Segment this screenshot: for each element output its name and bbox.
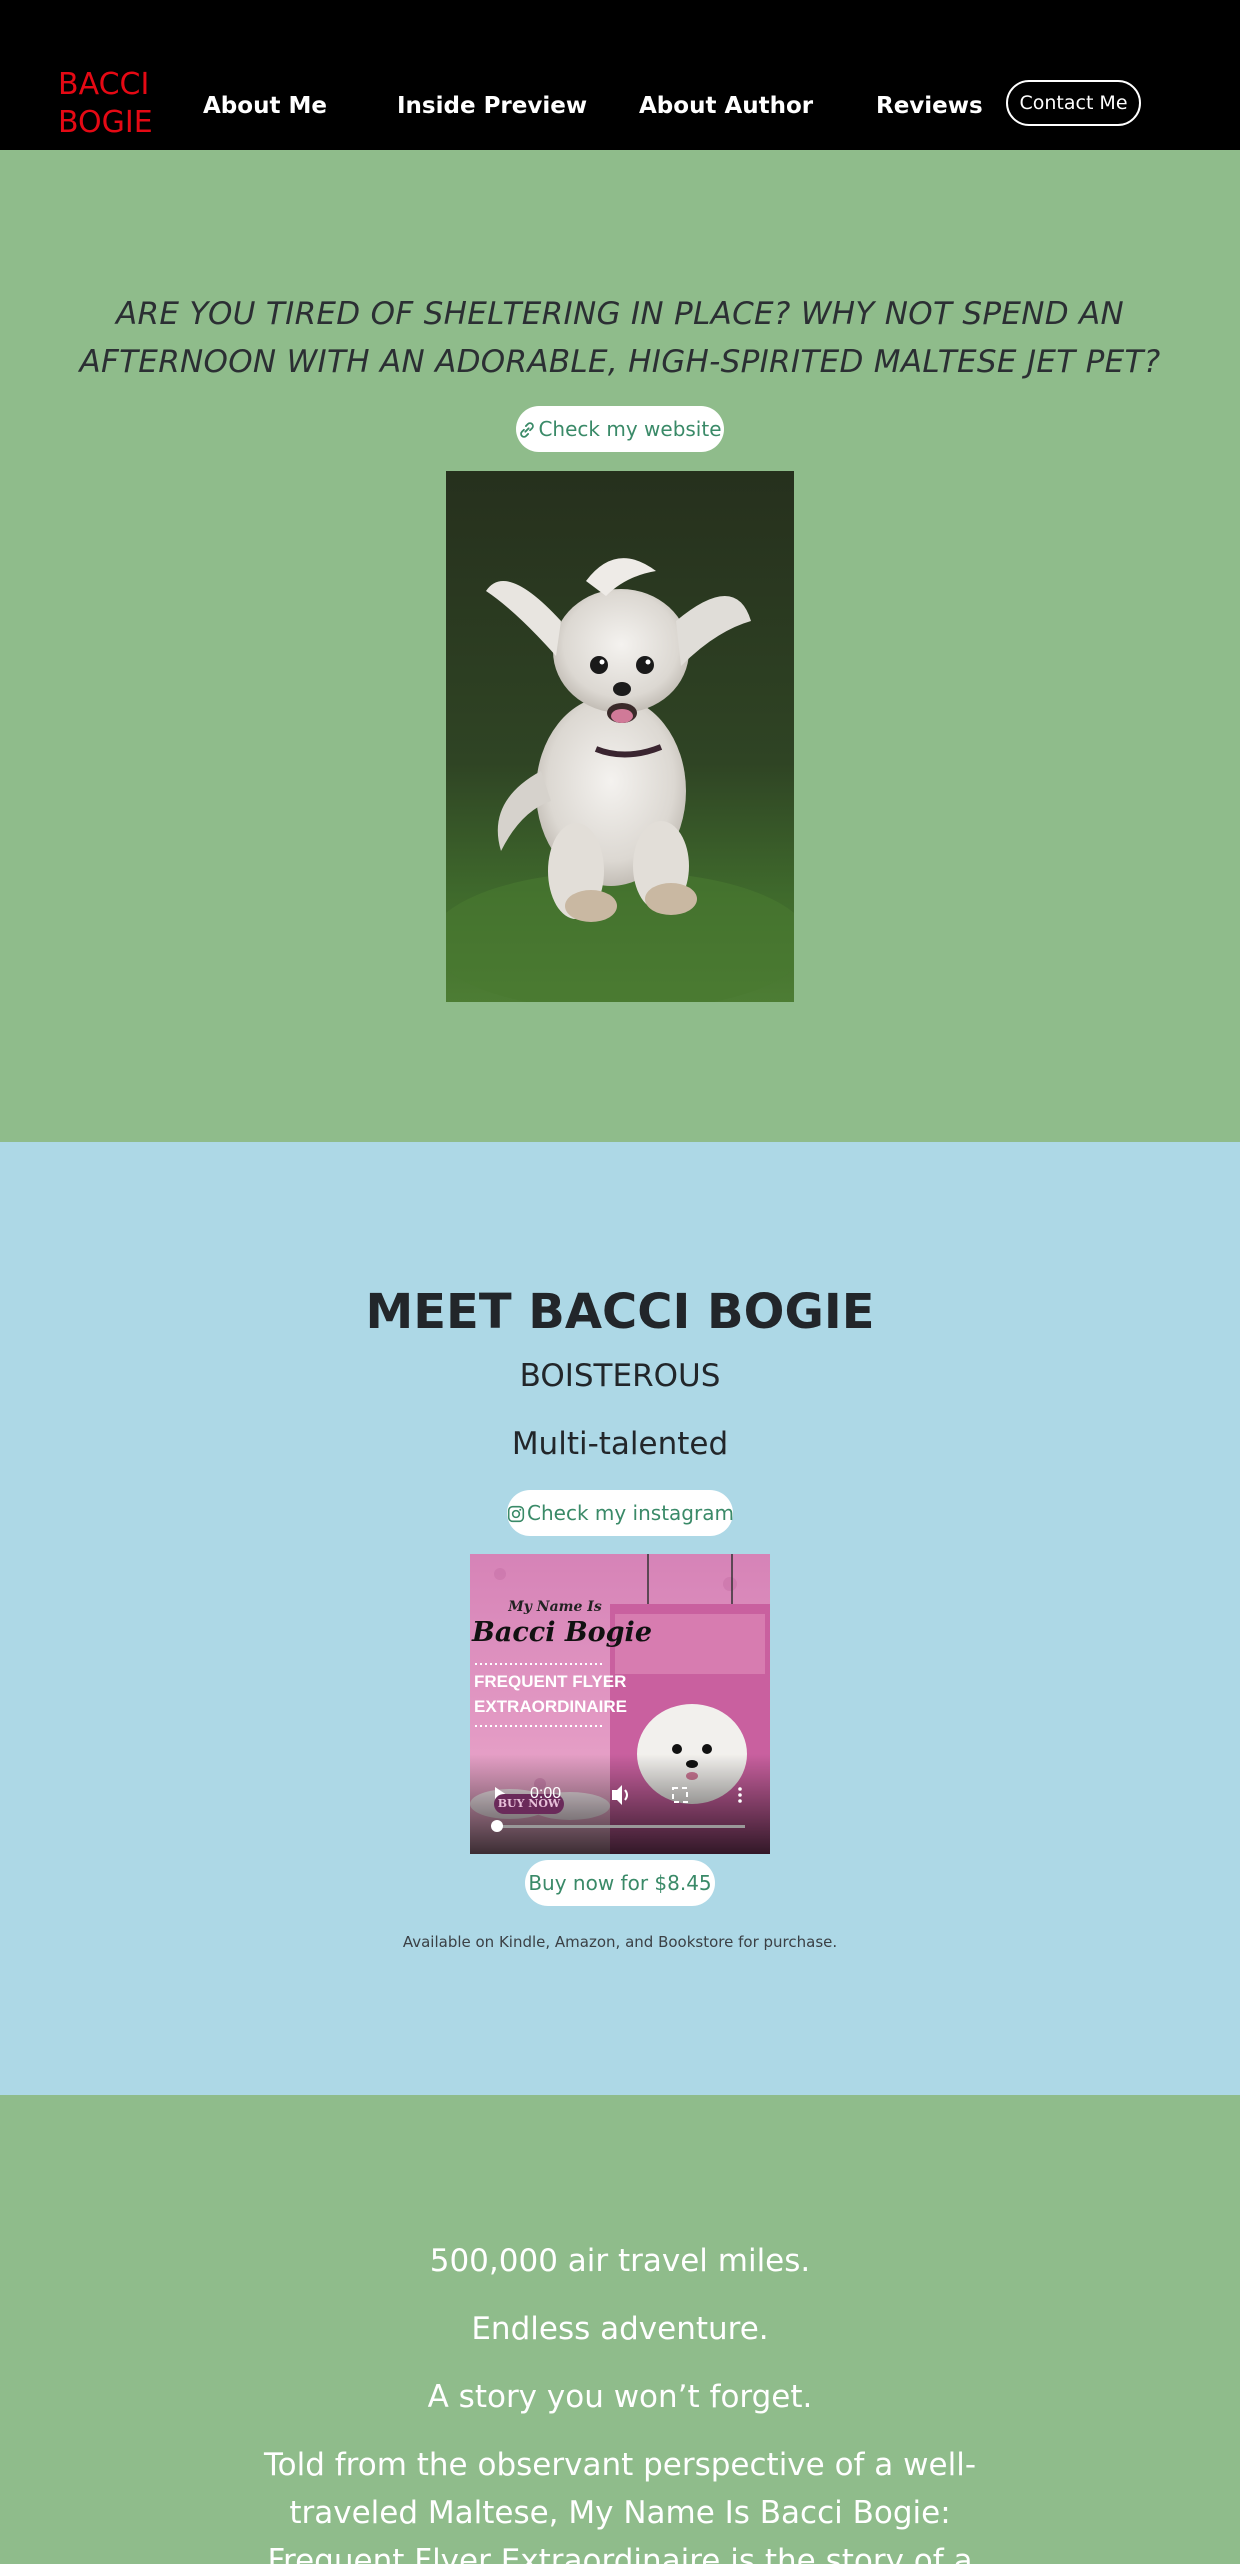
story-body: Told from the observant perspective of a… [263, 2447, 977, 2564]
check-instagram-label: Check my instagram [527, 1501, 734, 1525]
book-video-player[interactable]: My Name Is Bacci Bogie FREQUENT FLYER EX… [470, 1554, 770, 1854]
nav-link-reviews[interactable]: Reviews [876, 92, 983, 120]
story-line-miles: 500,000 air travel miles. [429, 2243, 811, 2279]
navbar: BACCI BOGIE About Me Inside Preview Abou… [0, 0, 1240, 150]
brand-line-2: BOGIE [58, 105, 153, 140]
video-cover-line-2: Bacci Bogie [472, 1617, 652, 1648]
video-cover-line-4: EXTRAORDINAIRE [474, 1697, 628, 1716]
nav-link-about-author[interactable]: About Author [639, 92, 813, 120]
meet-subtitle-boisterous: BOISTEROUS [519, 1358, 721, 1394]
availability-note: Available on Kindle, Amazon, and Booksto… [402, 1933, 838, 1951]
check-website-button[interactable]: Check my website [516, 406, 724, 452]
hero-section: ARE YOU TIRED OF SHELTERING IN PLACE? WH… [0, 150, 1240, 1142]
meet-title: MEET BACCI BOGIE [365, 1284, 875, 1340]
story-section: 500,000 air travel miles. Endless advent… [0, 2095, 1240, 2564]
hero-dog-photo [446, 471, 794, 1002]
brand-line-1: BACCI [58, 67, 150, 102]
story-line-adventure: Endless adventure. [471, 2311, 769, 2347]
instagram-icon [507, 1505, 525, 1523]
video-time: 0:00 [530, 1785, 562, 1802]
contact-me-button[interactable]: Contact Me [1006, 80, 1141, 126]
link-icon [520, 422, 535, 438]
meet-subtitle-multi-talented: Multi-talented [511, 1426, 729, 1462]
hero-tagline: ARE YOU TIRED OF SHELTERING IN PLACE? WH… [79, 296, 1161, 380]
nav-link-inside-preview[interactable]: Inside Preview [397, 92, 587, 120]
check-website-label: Check my website [538, 417, 722, 441]
video-play-button[interactable] [488, 1780, 514, 1810]
buy-now-button[interactable]: Buy now for $8.45 [525, 1860, 715, 1906]
story-line-forget: A story you won’t forget. [427, 2379, 813, 2415]
brand-logo[interactable]: BACCI BOGIE [58, 66, 168, 142]
check-instagram-button[interactable]: Check my instagram [507, 1490, 734, 1536]
meet-section: MEET BACCI BOGIE BOISTEROUS Multi-talent… [0, 1142, 1240, 2095]
video-cover-line-1: My Name Is [508, 1599, 602, 1615]
nav-link-about-me[interactable]: About Me [203, 92, 327, 120]
video-cover-line-3: FREQUENT FLYER [474, 1672, 627, 1691]
